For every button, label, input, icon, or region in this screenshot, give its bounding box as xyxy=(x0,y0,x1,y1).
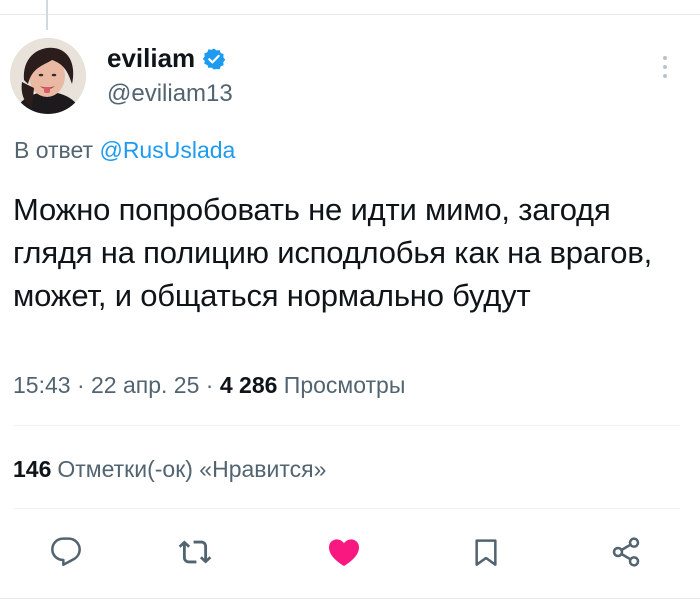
tweet-text: Можно попробовать не идти мимо, загодя г… xyxy=(13,192,653,313)
meta-separator: · xyxy=(205,372,214,398)
reply-button[interactable] xyxy=(44,530,88,574)
tweet-date[interactable]: 22 апр. 25 xyxy=(91,372,199,398)
verified-badge-icon xyxy=(202,47,226,71)
tweet-time[interactable]: 15:43 xyxy=(13,372,71,398)
tweet-meta: 15:43 · 22 апр. 25 · 4 286 Просмотры xyxy=(13,372,405,399)
likes-label: Отметки(-ок) «Нравится» xyxy=(57,456,327,482)
author-display-name[interactable]: eviliam xyxy=(107,43,195,74)
heart-filled-icon xyxy=(326,534,362,570)
divider xyxy=(13,508,680,509)
author-name-row: eviliam xyxy=(107,43,226,74)
retweet-icon xyxy=(178,535,212,569)
avatar[interactable] xyxy=(10,38,86,114)
thread-connector-line xyxy=(46,0,48,30)
reply-prefix: В ответ xyxy=(14,137,94,163)
like-button[interactable] xyxy=(322,530,366,574)
more-options-icon[interactable] xyxy=(660,54,670,80)
share-icon xyxy=(610,536,642,568)
tweet-actions-bar xyxy=(0,530,700,574)
meta-separator: · xyxy=(76,372,85,398)
reply-mention-link[interactable]: @RusUslada xyxy=(99,137,235,163)
likes-count: 146 xyxy=(13,456,52,482)
bookmark-icon xyxy=(470,536,502,568)
divider xyxy=(13,425,680,426)
top-divider xyxy=(0,14,700,15)
likes-summary[interactable]: 146 Отметки(-ок) «Нравится» xyxy=(13,456,326,483)
avatar-image xyxy=(10,38,86,114)
reply-context: В ответ @RusUslada xyxy=(14,137,235,164)
bookmark-button[interactable] xyxy=(464,530,508,574)
retweet-button[interactable] xyxy=(173,530,217,574)
views-label: Просмотры xyxy=(283,372,406,398)
author-handle[interactable]: @eviliam13 xyxy=(107,80,233,108)
bottom-divider xyxy=(0,598,700,599)
reply-icon xyxy=(50,536,82,568)
views-count: 4 286 xyxy=(219,372,278,398)
share-button[interactable] xyxy=(604,530,648,574)
